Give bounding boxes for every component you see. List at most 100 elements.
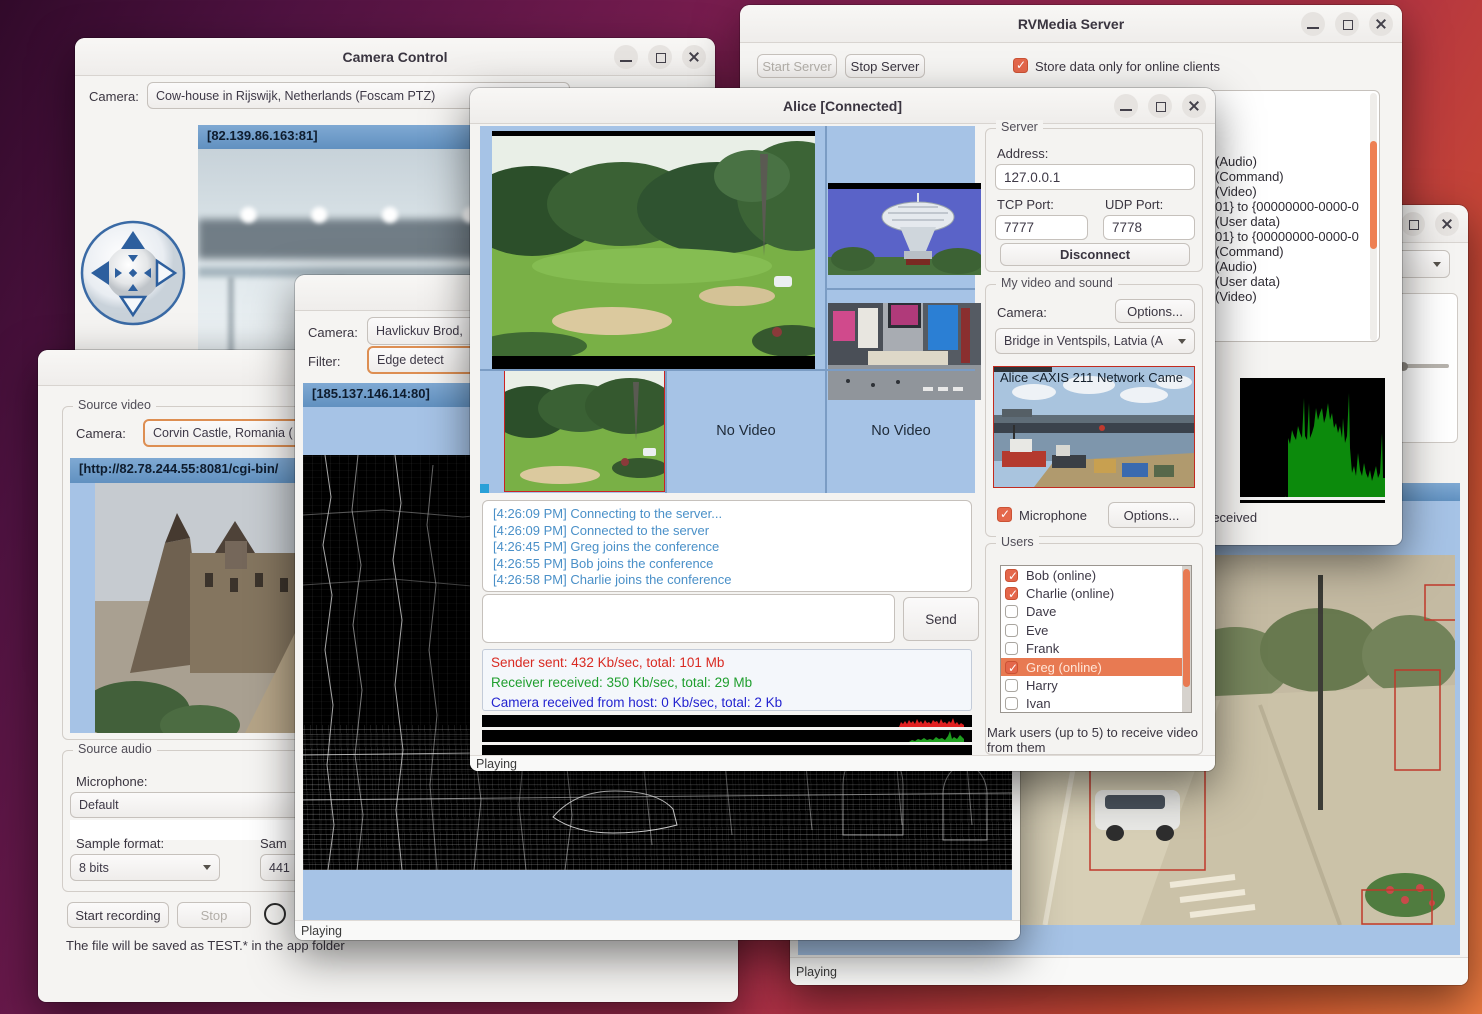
- log-line: (User data): [1215, 274, 1359, 289]
- file-note: The file will be saved as TEST.* in the …: [66, 938, 345, 953]
- message-input[interactable]: [482, 594, 895, 643]
- udp-port-label: UDP Port:: [1105, 197, 1163, 212]
- edge-filter-label: Filter:: [308, 354, 341, 369]
- user-checkbox[interactable]: [1005, 679, 1018, 692]
- alice-camera-label: Camera:: [997, 305, 1047, 320]
- user-row[interactable]: Ivan: [1001, 695, 1191, 713]
- recorder-camera-label: Camera:: [76, 426, 126, 441]
- microphone-checkbox[interactable]: [997, 507, 1012, 522]
- stats-panel: Sender sent: 432 Kb/sec, total: 101 Mb R…: [482, 649, 972, 711]
- user-checkbox[interactable]: [1005, 661, 1018, 674]
- minimize-icon[interactable]: [614, 45, 638, 69]
- rvmedia-server-titlebar[interactable]: RVMedia Server: [740, 5, 1402, 43]
- chat-line: [4:26:58 PM] Charlie joins the conferenc…: [493, 572, 961, 589]
- close-icon[interactable]: [1182, 94, 1206, 118]
- users-note: Mark users (up to 5) to receive video fr…: [987, 726, 1199, 755]
- user-checkbox[interactable]: [1005, 624, 1018, 637]
- grid-resize-handle[interactable]: [480, 484, 489, 493]
- stop-server-button[interactable]: Stop Server: [845, 54, 925, 78]
- mic-options-button[interactable]: Options...: [1108, 502, 1195, 528]
- user-checkbox[interactable]: [1005, 697, 1018, 710]
- tcp-port-input[interactable]: 7777: [995, 215, 1088, 240]
- sample-format-dropdown[interactable]: 8 bits: [70, 854, 220, 881]
- maximize-icon[interactable]: [1148, 94, 1172, 118]
- log-scrollbar[interactable]: [1370, 93, 1377, 341]
- chat-log[interactable]: [4:26:09 PM] Connecting to the server...…: [482, 500, 972, 592]
- close-icon[interactable]: [1369, 12, 1393, 36]
- log-line: (Command): [1215, 169, 1359, 184]
- stat-camera: Camera received from host: 0 Kb/sec, tot…: [491, 693, 963, 713]
- minimize-icon[interactable]: [1114, 94, 1138, 118]
- maximize-icon[interactable]: [1401, 212, 1425, 236]
- user-checkbox[interactable]: [1005, 569, 1018, 582]
- no-video-cell-1: No Video: [667, 369, 825, 492]
- camera-control-camera-value: Cow-house in Rijswijk, Netherlands (Fosc…: [156, 89, 435, 103]
- address-label: Address:: [997, 146, 1048, 161]
- log-line: (Command): [1215, 244, 1359, 259]
- traffic-strip-sent: [482, 715, 972, 727]
- user-row[interactable]: Bob (online): [1001, 566, 1191, 584]
- close-icon[interactable]: [682, 45, 706, 69]
- street-status-text: Playing: [796, 965, 837, 979]
- user-row[interactable]: Eve: [1001, 621, 1191, 639]
- chat-line: [4:26:09 PM] Connecting to the server...: [493, 506, 961, 523]
- conference-video-thumb[interactable]: [504, 369, 665, 492]
- start-server-button[interactable]: Start Server: [757, 54, 837, 78]
- camera-options-button[interactable]: Options...: [1115, 299, 1195, 323]
- user-row[interactable]: Charlie (online): [1001, 584, 1191, 602]
- log-line: 01} to {00000000-0000-0: [1215, 229, 1359, 244]
- user-row[interactable]: Harry: [1001, 676, 1191, 694]
- close-icon[interactable]: [1435, 212, 1459, 236]
- users-scrollbar-thumb[interactable]: [1183, 569, 1190, 687]
- stat-sender: Sender sent: 432 Kb/sec, total: 101 Mb: [491, 653, 963, 673]
- user-row[interactable]: Frank: [1001, 640, 1191, 658]
- alice-titlebar[interactable]: Alice [Connected]: [470, 88, 1215, 124]
- sample-format-label: Sample format:: [76, 836, 164, 851]
- user-row-selected[interactable]: Greg (online): [1001, 658, 1191, 676]
- ptz-joystick[interactable]: [78, 218, 188, 328]
- users-list[interactable]: Bob (online) Charlie (online) Dave Eve F…: [1000, 565, 1192, 713]
- bandwidth-histogram: [1240, 378, 1385, 503]
- street-slider[interactable]: [1401, 364, 1449, 368]
- source-audio-group-label: Source audio: [73, 742, 157, 756]
- no-video-text: No Video: [871, 423, 930, 439]
- maximize-icon[interactable]: [648, 45, 672, 69]
- edge-status-text: Playing: [301, 924, 342, 938]
- user-label: Bob (online): [1026, 568, 1096, 583]
- edge-status-bar: Playing: [295, 920, 1020, 940]
- chat-line: [4:26:55 PM] Bob joins the conference: [493, 556, 961, 573]
- minimize-icon[interactable]: [1301, 12, 1325, 36]
- source-video-group-label: Source video: [73, 398, 156, 412]
- user-checkbox[interactable]: [1005, 605, 1018, 618]
- store-data-checkbox[interactable]: [1013, 58, 1028, 73]
- send-button[interactable]: Send: [903, 597, 979, 641]
- my-video-group-label: My video and sound: [996, 276, 1118, 290]
- alice-camera-value: Bridge in Ventspils, Latvia (A: [1004, 334, 1163, 348]
- log-line: (Audio): [1215, 259, 1359, 274]
- address-input[interactable]: 127.0.0.1: [995, 164, 1195, 190]
- user-row[interactable]: Dave: [1001, 603, 1191, 621]
- chat-line: [4:26:09 PM] Connected to the server: [493, 523, 961, 540]
- user-checkbox[interactable]: [1005, 642, 1018, 655]
- received-label: received: [1208, 510, 1257, 525]
- user-checkbox[interactable]: [1005, 587, 1018, 600]
- user-label: Ivan: [1026, 696, 1051, 711]
- rvmedia-server-title: RVMedia Server: [1018, 16, 1124, 32]
- user-label: Greg (online): [1026, 660, 1102, 675]
- disconnect-button[interactable]: Disconnect: [1000, 243, 1190, 266]
- users-scrollbar[interactable]: [1182, 566, 1191, 712]
- udp-port-input[interactable]: 7778: [1103, 215, 1195, 240]
- camera-control-titlebar[interactable]: Camera Control: [75, 38, 715, 76]
- traffic-strip-camera: [482, 745, 972, 755]
- alice-microphone-label: Microphone: [1019, 508, 1087, 523]
- camera-control-camera-label: Camera:: [89, 89, 139, 104]
- maximize-icon[interactable]: [1335, 12, 1359, 36]
- stop-recording-button[interactable]: Stop: [177, 902, 251, 928]
- desktop: { "colors": { "accent_orange": "#e4674b"…: [0, 0, 1482, 1014]
- start-recording-button[interactable]: Start recording: [67, 902, 169, 928]
- chat-line: [4:26:45 PM] Greg joins the conference: [493, 539, 961, 556]
- log-line: 01} to {00000000-0000-0: [1215, 199, 1359, 214]
- alice-status-bar: Playing: [470, 755, 1215, 771]
- alice-camera-dropdown[interactable]: Bridge in Ventspils, Latvia (A: [995, 328, 1195, 354]
- log-scrollbar-thumb[interactable]: [1370, 141, 1377, 249]
